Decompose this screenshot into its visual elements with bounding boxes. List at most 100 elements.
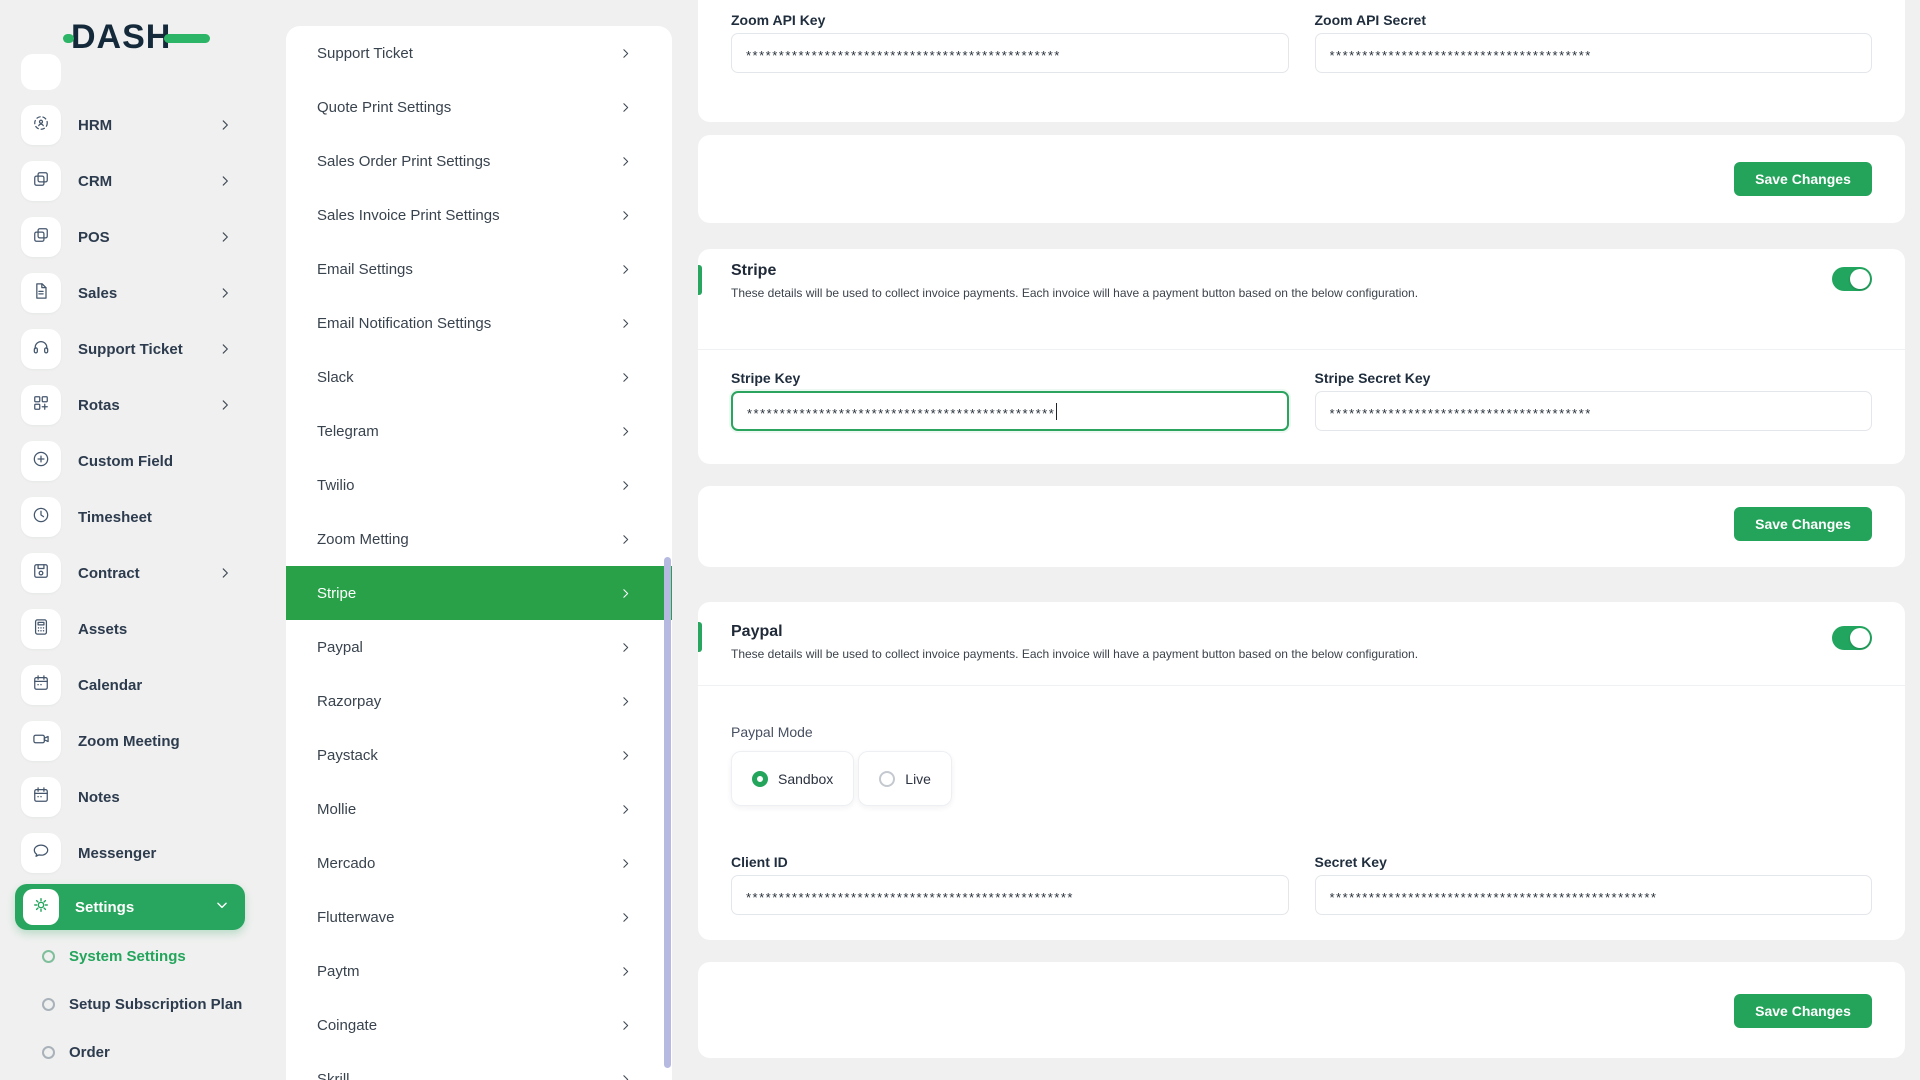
settings-nav-item[interactable]: Sales Invoice Print Settings [286,188,672,242]
sidebar-item-settings[interactable]: Settings [15,884,245,930]
toggle-knob [1850,628,1870,648]
sidebar-item[interactable]: HRM [0,97,262,153]
chevron-right-icon [619,101,632,114]
chevron-down-icon [215,898,229,917]
chevron-right-icon [218,566,232,580]
settings-nav-item-label: Quote Print Settings [317,98,452,116]
settings-nav-item[interactable]: Support Ticket [286,26,672,80]
sidebar-item-label: Messenger [78,844,157,862]
video-icon [31,729,51,754]
settings-nav-item-label: Razorpay [317,692,382,710]
copy-icon [31,225,51,250]
clock-icon [31,505,51,530]
settings-nav-item[interactable]: Skrill [286,1052,672,1080]
floppy-icon [31,561,51,586]
masked-key-input[interactable]: **************************************** [1314,33,1872,73]
field-label: Stripe Key [731,370,801,386]
settings-nav-item[interactable]: Slack [286,350,672,404]
masked-key-input[interactable]: ****************************************… [731,33,1289,73]
settings-nav-item[interactable]: Paypal [286,620,672,674]
settings-nav-item[interactable]: Flutterwave [286,890,672,944]
paypal-mode-option[interactable]: Sandbox [731,751,855,806]
settings-submenu-item[interactable]: Order [0,1028,262,1076]
field-label: Stripe Secret Key [1314,370,1431,386]
zoom-settings-card: Zoom API Key ***************************… [698,0,1905,122]
settings-nav-item[interactable]: Sales Order Print Settings [286,134,672,188]
settings-nav-item[interactable]: Email Notification Settings [286,296,672,350]
settings-panel-scrollbar[interactable] [664,557,671,1068]
sidebar-item[interactable]: Calendar [0,657,262,713]
sidebar-item-label: Zoom Meeting [78,732,180,750]
sidebar-item[interactable]: POS [0,209,262,265]
settings-submenu-label: System Settings [69,947,186,965]
settings-nav-item[interactable]: Zoom Metting [286,512,672,566]
masked-key-input[interactable]: ****************************************… [1314,875,1872,915]
sidebar-item[interactable]: Custom Field [0,433,262,489]
settings-nav-item[interactable]: Mollie [286,782,672,836]
settings-nav-item-label: Telegram [317,422,379,440]
settings-nav-item[interactable]: Paytm [286,944,672,998]
bullet-icon [42,997,55,1011]
logo-dash-accent [164,33,211,43]
settings-nav-item[interactable]: Quote Print Settings [286,80,672,134]
paypal-mode-option[interactable]: Live [858,751,952,806]
sidebar-item[interactable]: Zoom Meeting [0,713,262,769]
sidebar-item[interactable]: CRM [0,153,262,209]
chevron-right-icon [619,263,632,276]
logo-dot-accent [63,33,74,43]
settings-submenu-item[interactable]: Setup Subscription Plan [0,980,262,1028]
settings-nav-item[interactable]: Paystack [286,728,672,782]
settings-nav-item[interactable]: Twilio [286,458,672,512]
settings-nav-item[interactable]: Telegram [286,404,672,458]
sidebar-item-label: HRM [78,116,113,134]
sidebar-item[interactable]: Rotas [0,377,262,433]
save-changes-button[interactable]: Save Changes [1734,994,1872,1028]
sidebar-item[interactable]: Sales [0,265,262,321]
section-accent-bar [698,622,702,652]
paypal-enabled-toggle[interactable] [1832,626,1872,650]
sidebar-item[interactable]: Contract [0,545,262,601]
sidebar-item[interactable]: Messenger [0,825,262,881]
chevron-right-icon [619,425,632,438]
chat-icon [31,841,51,866]
sidebar-item[interactable]: Notes [0,769,262,825]
settings-nav-item-label: Mollie [317,800,357,818]
settings-nav-item-label: Paystack [317,746,378,764]
sidebar-item[interactable]: Assets [0,601,262,657]
settings-nav-item-label: Email Settings [317,260,413,278]
sidebar-item[interactable]: Timesheet [0,489,262,545]
bullet-icon [42,949,55,963]
masked-key-input[interactable]: **************************************** [1314,391,1872,431]
field-label: Secret Key [1314,854,1387,870]
calendar-icon [31,673,51,698]
settings-nav-item[interactable]: Coingate [286,998,672,1052]
chevron-right-icon [619,371,632,384]
sidebar-item-label: CRM [78,172,113,190]
chevron-right-icon [619,317,632,330]
sidebar-item-label: Sales [78,284,118,302]
settings-nav-item-label: Twilio [317,476,355,494]
hrm-icon [31,113,51,138]
sidebar-item[interactable]: Support Ticket [0,321,262,377]
chevron-right-icon [619,479,632,492]
settings-nav-item[interactable]: Stripe [286,566,672,620]
settings-nav-item[interactable]: Razorpay [286,674,672,728]
chevron-right-icon [619,965,632,978]
primary-sidebar: DASH HRM CRM POS Sales Support Ticket Ro… [0,0,262,1080]
primary-nav: HRM CRM POS Sales Support Ticket Rotas C… [0,97,262,881]
save-changes-button[interactable]: Save Changes [1734,162,1872,196]
save-changes-button[interactable]: Save Changes [1734,507,1872,541]
chevron-right-icon [218,342,232,356]
stripe-enabled-toggle[interactable] [1832,267,1872,291]
sidebar-item-label: Support Ticket [78,340,183,358]
paypal-mode-option-label: Sandbox [778,770,834,787]
masked-key-input[interactable]: ****************************************… [731,875,1289,915]
settings-submenu-item[interactable]: System Settings [0,932,262,980]
settings-nav-item[interactable]: Mercado [286,836,672,890]
settings-nav-item-label: Mercado [317,854,376,872]
settings-nav-list: Support Ticket Quote Print Settings Sale… [286,26,672,1080]
masked-key-input[interactable]: ****************************************… [731,391,1289,431]
settings-nav-item[interactable]: Email Settings [286,242,672,296]
scrolled-nav-icon-tile [21,54,61,90]
settings-label: Settings [75,898,135,916]
